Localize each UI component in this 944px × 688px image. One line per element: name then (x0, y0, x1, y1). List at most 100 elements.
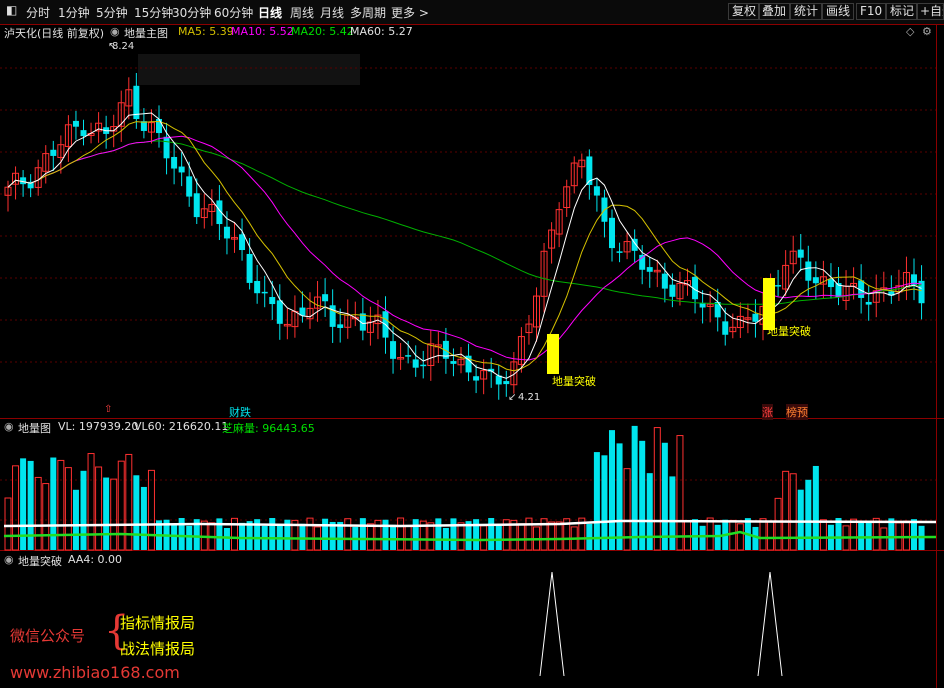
volume-bar (646, 473, 653, 550)
volume-bar (676, 435, 684, 551)
volume-bar (706, 517, 714, 551)
candle-body (616, 251, 623, 253)
ma60-line (7, 140, 922, 305)
tab-fenshi[interactable]: 分时 (26, 4, 50, 21)
candle-body (797, 249, 804, 258)
volume-bar (631, 425, 638, 550)
volume-bar (902, 520, 910, 551)
volume-bar (586, 523, 593, 550)
volume-bar (366, 523, 374, 551)
candle-body (722, 321, 729, 335)
candle-body (450, 361, 457, 364)
panel-toggle-icon[interactable]: ◧ (6, 3, 17, 17)
volume-bar (593, 452, 600, 550)
volume-bar (42, 483, 50, 551)
tab-5min[interactable]: 5分钟 (96, 4, 128, 21)
vl60-value: VL60: 216620.11 (134, 420, 229, 433)
watermark-line2: 战法情报局 (120, 640, 196, 658)
signal-spike-2 (757, 571, 783, 677)
candle-body (412, 359, 419, 368)
candle-body (420, 364, 427, 367)
candle-body (322, 294, 329, 302)
volume-grid (0, 479, 936, 521)
draw-button[interactable]: 画线 (822, 3, 855, 20)
volume-bar (306, 517, 314, 551)
volume-bar (427, 522, 435, 551)
volume-indicator-name[interactable]: 地量图 (18, 420, 51, 436)
tab-60min[interactable]: 60分钟 (214, 4, 253, 21)
signal-spike-1 (539, 571, 565, 677)
volume-bar (95, 466, 103, 551)
event-marker-icon[interactable]: ⇧ (104, 404, 112, 415)
volume-bar (525, 517, 533, 551)
f10-button[interactable]: F10 (856, 3, 887, 20)
candle-body (186, 176, 193, 197)
volume-bar (57, 459, 65, 551)
volume-bar (639, 440, 646, 550)
tab-monthly[interactable]: 月线 (320, 4, 344, 21)
volume-bar (404, 525, 412, 551)
high-arrow-icon: ↖ (108, 41, 117, 52)
candle-body (918, 280, 925, 304)
volume-bar (435, 518, 442, 550)
candle-body (80, 130, 87, 137)
volume-bar (714, 524, 721, 550)
signal-settings-icon[interactable]: ◉ (4, 553, 14, 566)
volume-bar (880, 527, 888, 551)
volume-bar (171, 524, 178, 550)
fuquan-button[interactable]: 复权 (728, 3, 761, 20)
candle-body (805, 261, 812, 281)
period-toolbar: ◧ 分时 1分钟 5分钟 15分钟 30分钟 60分钟 日线 周线 月线 多周期… (0, 0, 944, 25)
volume-bar (457, 522, 465, 551)
kline-chart[interactable] (0, 24, 944, 688)
candle-body (593, 186, 600, 196)
mark-button[interactable]: 标记 (886, 3, 919, 20)
stats-button[interactable]: 统计 (790, 3, 823, 20)
volume-bar (797, 489, 804, 550)
volume-bar (669, 476, 676, 550)
candle-body (812, 277, 819, 284)
tab-weekly[interactable]: 周线 (290, 4, 314, 21)
tab-1min[interactable]: 1分钟 (58, 4, 90, 21)
volume-bar (72, 489, 79, 550)
volume-bar (872, 517, 880, 551)
volume-bar (759, 518, 767, 551)
volume-settings-icon[interactable]: ◉ (4, 420, 14, 433)
zhima-value: 芝麻量: 96443.65 (222, 422, 315, 435)
volume-bar (858, 521, 865, 550)
candle-body (72, 120, 79, 127)
volume-bar (692, 519, 699, 550)
volume-bar (850, 518, 858, 551)
signal-indicator-name[interactable]: 地量突破 (18, 553, 62, 569)
wechat-label: 微信公众号 (10, 627, 86, 645)
tab-daily[interactable]: 日线 (258, 4, 282, 21)
bottom-tag-2[interactable]: 涨 (762, 404, 773, 420)
add-watchlist-button[interactable]: +自选 (916, 3, 944, 20)
volume-bar (12, 465, 20, 551)
tab-30min[interactable]: 30分钟 (172, 4, 211, 21)
overlay-button[interactable]: 叠加 (758, 3, 791, 20)
volume-bar (911, 519, 917, 550)
volume-bar (390, 524, 397, 550)
tab-15min[interactable]: 15分钟 (134, 4, 173, 21)
volume-bar (344, 518, 352, 551)
volume-bar (661, 442, 668, 550)
candle-body (669, 284, 676, 297)
volume-bar (397, 517, 405, 551)
volume-bar (517, 523, 525, 551)
vl-value: VL: 197939.20 (58, 420, 139, 433)
volume-bar (110, 478, 118, 551)
low-price-label: 4.21 (518, 392, 541, 403)
volume-bar (653, 427, 661, 551)
tab-more[interactable]: 更多 > (391, 4, 429, 21)
candle-body (223, 226, 230, 239)
bottom-tag-1[interactable]: 财跌 (229, 404, 251, 420)
volume-bar (133, 475, 140, 550)
volume-bar (125, 453, 133, 551)
volume-bar (186, 525, 193, 550)
bottom-tag-3[interactable]: 榜预 (786, 404, 808, 420)
volume-bar (555, 521, 563, 551)
volume-bar (140, 486, 147, 550)
volume-bar (729, 519, 737, 551)
tab-multi-period[interactable]: 多周期 (350, 4, 386, 21)
